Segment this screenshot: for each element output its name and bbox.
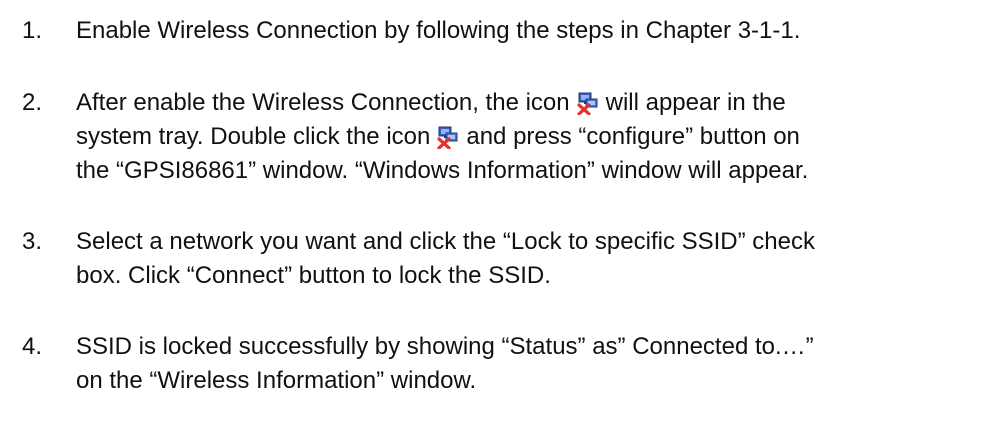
step-text-line: box. Click “Connect” button to lock the … — [76, 262, 551, 289]
step-text-line: Enable Wireless Connection by following … — [76, 17, 801, 44]
step-text-line: After enable the Wireless Connection, th… — [76, 86, 996, 120]
step-text-line: system tray. Double click the icon and p… — [76, 120, 996, 154]
step-text-line: the “GPSI86861” window. “Windows Informa… — [76, 157, 809, 184]
step-text-line: Select a network you want and click the … — [76, 228, 815, 255]
step-number: 3. — [22, 228, 43, 255]
step-text-fragment: and press “configure” button on — [466, 123, 800, 150]
step-text-line: on the “Wireless Information” window. — [76, 367, 477, 394]
step-text-fragment: system tray. Double click the icon — [76, 123, 431, 150]
step-number: 4. — [22, 333, 43, 360]
wireless-tray-icon — [436, 125, 460, 149]
wireless-tray-icon — [576, 91, 600, 115]
step-text-line: SSID is locked successfully by showing “… — [76, 333, 814, 360]
step-text-fragment: After enable the Wireless Connection, th… — [76, 89, 570, 116]
step-text-fragment: will appear in the — [605, 89, 786, 116]
instruction-page: 1. Enable Wireless Connection by followi… — [0, 0, 1003, 421]
step-number: 2. — [22, 89, 43, 116]
step-number: 1. — [22, 17, 43, 44]
